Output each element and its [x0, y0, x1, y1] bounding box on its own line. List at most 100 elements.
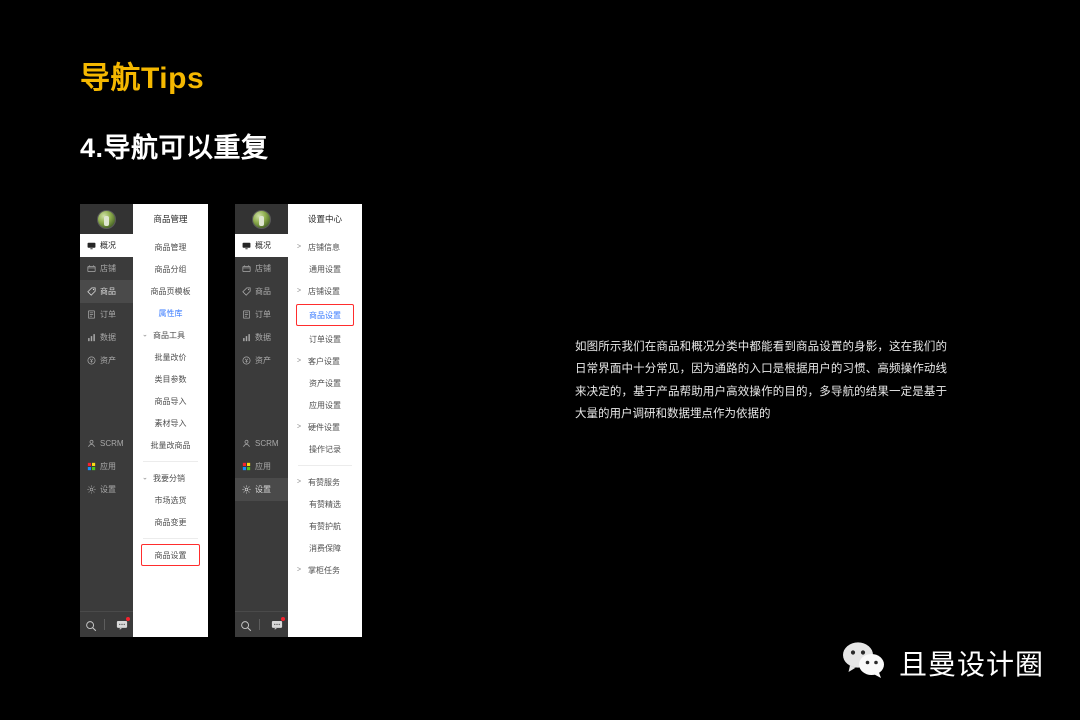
chevron-right-icon: > [297, 478, 302, 486]
sidebar-item-overview[interactable]: 概况 [235, 234, 288, 257]
submenu-title: 设置中心 [307, 214, 342, 224]
menu-group[interactable]: ⌄ 我要分销 [133, 467, 208, 489]
annotated-menu-item-product-settings[interactable]: 商品设置 [141, 544, 200, 566]
sidebar-label: 应用 [255, 462, 271, 471]
sidebar-label: 设置 [255, 485, 271, 494]
screenshot-panel-products: 概况 店铺 商品 订单 数据 资产 SCRM 应用 设置 商品管理 商品管理 商… [80, 204, 208, 637]
menu-group-label: 掌柜任务 [308, 565, 340, 575]
menu-item[interactable]: 有赞精选 [288, 493, 362, 515]
menu-divider [143, 461, 198, 462]
search-icon[interactable] [85, 620, 97, 632]
menu-item[interactable]: 素材导入 [133, 412, 208, 434]
sidebar-item-data[interactable]: 数据 [80, 326, 133, 349]
chat-icon[interactable] [271, 616, 285, 631]
chevron-right-icon: > [297, 287, 302, 295]
menu-item[interactable]: 商品分组 [133, 258, 208, 280]
slide-canvas: 导航Tips 4.导航可以重复 概况 店铺 商品 订单 数据 资产 SCRM 应… [0, 0, 1080, 720]
menu-item[interactable]: 批量改价 [133, 346, 208, 368]
nav-rail: 概况 店铺 商品 订单 数据 资产 SCRM 应用 设置 [80, 204, 133, 637]
brand-name: 且曼设计圈 [898, 648, 1044, 680]
menu-group[interactable]: > 客户设置 [288, 350, 362, 372]
wechat-icon [842, 641, 886, 684]
menu-item[interactable]: 批量改商品 [133, 434, 208, 456]
chart-icon [87, 333, 96, 342]
sidebar-item-shop[interactable]: 店铺 [80, 257, 133, 280]
sidebar-item-settings[interactable]: 设置 [80, 478, 133, 501]
sidebar-label: 概况 [100, 241, 116, 250]
chevron-right-icon: > [297, 243, 302, 251]
sidebar-label: SCRM [255, 439, 279, 448]
sidebar-item-overview[interactable]: 概况 [80, 234, 133, 257]
menu-group[interactable]: > 店铺信息 [288, 236, 362, 258]
sidebar-item-settings[interactable]: 设置 [235, 478, 288, 501]
chevron-right-icon: > [297, 357, 302, 365]
sidebar-label: 设置 [100, 485, 116, 494]
menu-group-label: 客户设置 [308, 356, 340, 366]
asset-icon [87, 356, 96, 365]
brand-footer: 且曼设计圈 [842, 641, 1044, 684]
sidebar-label: 资产 [100, 356, 116, 365]
sidebar-item-apps[interactable]: 应用 [235, 455, 288, 478]
rail-bottom-bar [80, 611, 133, 637]
avatar-row [80, 204, 133, 234]
screenshot-panel-settings: 概况 店铺 商品 订单 数据 资产 SCRM 应用 设置 设置中心 > 店铺信息… [235, 204, 362, 637]
menu-item[interactable]: 消费保障 [288, 537, 362, 559]
menu-group[interactable]: > 硬件设置 [288, 416, 362, 438]
submenu-list: 商品管理 商品分组 商品页模板 属性库 ⌄ 商品工具 批量改价 类目参数 商品导入… [133, 234, 208, 568]
annotated-menu-item-product-settings[interactable]: 商品设置 [296, 304, 354, 326]
sidebar-label: 商品 [100, 287, 116, 296]
menu-group-label: 店铺信息 [308, 242, 340, 252]
menu-item[interactable]: 操作记录 [288, 438, 362, 460]
sidebar-item-shop[interactable]: 店铺 [235, 257, 288, 280]
menu-item[interactable]: 商品变更 [133, 511, 208, 533]
avatar[interactable] [252, 209, 271, 229]
menu-group[interactable]: > 有赞服务 [288, 471, 362, 493]
avatar[interactable] [97, 209, 116, 229]
menu-group-label: 商品工具 [153, 330, 185, 340]
menu-item[interactable]: 通用设置 [288, 258, 362, 280]
sidebar-label: SCRM [100, 439, 124, 448]
sidebar-label: 数据 [255, 333, 271, 342]
sidebar-item-assets[interactable]: 资产 [80, 349, 133, 372]
sidebar-label: 订单 [100, 310, 116, 319]
sidebar-item-apps[interactable]: 应用 [80, 455, 133, 478]
menu-item[interactable]: 资产设置 [288, 372, 362, 394]
asset-icon [242, 356, 251, 365]
sidebar-item-data[interactable]: 数据 [235, 326, 288, 349]
menu-item[interactable]: 商品导入 [133, 390, 208, 412]
menu-item[interactable]: 类目参数 [133, 368, 208, 390]
sidebar-item-orders[interactable]: 订单 [80, 303, 133, 326]
sidebar-label: 店铺 [255, 264, 271, 273]
chevron-down-icon: ⌄ [142, 331, 148, 339]
menu-group-label: 店铺设置 [308, 286, 340, 296]
sidebar-label: 店铺 [100, 264, 116, 273]
sidebar-item-scrm[interactable]: SCRM [235, 432, 288, 455]
menu-group[interactable]: > 店铺设置 [288, 280, 362, 302]
search-icon[interactable] [240, 620, 252, 632]
chevron-right-icon: > [297, 566, 302, 574]
menu-item-active[interactable]: 属性库 [133, 302, 208, 324]
nav-rail: 概况 店铺 商品 订单 数据 资产 SCRM 应用 设置 [235, 204, 288, 637]
menu-item[interactable]: 市场选货 [133, 489, 208, 511]
menu-item[interactable]: 订单设置 [288, 328, 362, 350]
tag-icon [87, 287, 96, 296]
menu-item[interactable]: 商品管理 [133, 236, 208, 258]
chat-icon[interactable] [116, 616, 130, 631]
tag-icon [242, 287, 251, 296]
sidebar-label: 数据 [100, 333, 116, 342]
sidebar-item-products[interactable]: 商品 [235, 280, 288, 303]
menu-item[interactable]: 商品页模板 [133, 280, 208, 302]
sidebar-item-assets[interactable]: 资产 [235, 349, 288, 372]
sidebar-item-scrm[interactable]: SCRM [80, 432, 133, 455]
sidebar-item-products[interactable]: 商品 [80, 280, 133, 303]
menu-group[interactable]: > 掌柜任务 [288, 559, 362, 581]
menu-divider [298, 465, 352, 466]
menu-group[interactable]: ⌄ 商品工具 [133, 324, 208, 346]
sidebar-label: 应用 [100, 462, 116, 471]
rail-bottom-bar [235, 611, 288, 637]
rail-spacer [80, 372, 133, 432]
menu-item[interactable]: 有赞护航 [288, 515, 362, 537]
menu-group-label: 我要分销 [153, 473, 185, 483]
menu-item[interactable]: 应用设置 [288, 394, 362, 416]
sidebar-item-orders[interactable]: 订单 [235, 303, 288, 326]
